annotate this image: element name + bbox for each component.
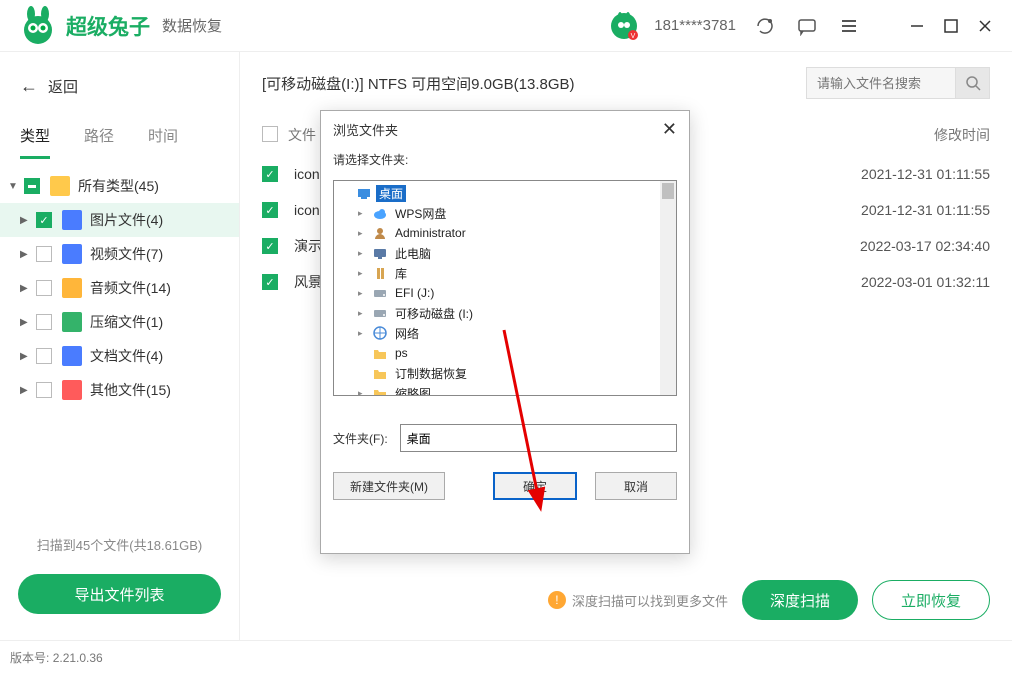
tree-node[interactable]: ▸可移动磁盘 (I:) bbox=[334, 303, 676, 323]
ok-button[interactable]: 确定 bbox=[493, 472, 577, 500]
tree-node[interactable]: ▸Administrator bbox=[334, 223, 676, 243]
dialog-prompt: 请选择文件夹: bbox=[321, 147, 689, 174]
deep-hint: !深度扫描可以找到更多文件 bbox=[548, 591, 728, 610]
maximize-button[interactable] bbox=[942, 17, 960, 35]
video-icon bbox=[62, 244, 82, 264]
folder-tree[interactable]: 桌面▸WPS网盘▸Administrator▸此电脑▸库▸EFI (J:)▸可移… bbox=[333, 180, 677, 396]
main-header: [可移动磁盘(I:)] NTFS 可用空间9.0GB(13.8GB) bbox=[240, 52, 1012, 114]
logo: 超级兔子 数据恢复 bbox=[18, 6, 222, 46]
user-avatar[interactable]: V bbox=[610, 12, 638, 40]
refresh-icon[interactable] bbox=[752, 13, 778, 39]
image-icon bbox=[62, 210, 82, 230]
search-box bbox=[806, 67, 990, 99]
close-button[interactable] bbox=[976, 17, 994, 35]
tree-videos[interactable]: ▶视频文件(7) bbox=[0, 237, 239, 271]
tree-all[interactable]: ▼所有类型(45) bbox=[0, 169, 239, 203]
main-footer: !深度扫描可以找到更多文件 深度扫描 立即恢复 bbox=[240, 560, 1012, 640]
dialog-buttons: 新建文件夹(M) 确定 取消 bbox=[333, 472, 677, 500]
tree-node[interactable]: ▸网络 bbox=[334, 323, 676, 343]
dialog-titlebar: 浏览文件夹 ✕ bbox=[321, 111, 689, 147]
checkbox[interactable] bbox=[36, 382, 52, 398]
dialog-title: 浏览文件夹 bbox=[333, 120, 398, 139]
svg-text:V: V bbox=[631, 33, 636, 40]
tree-doc[interactable]: ▶文档文件(4) bbox=[0, 339, 239, 373]
tree-node[interactable]: ▸此电脑 bbox=[334, 243, 676, 263]
tab-type[interactable]: 类型 bbox=[20, 125, 50, 159]
select-all-checkbox[interactable] bbox=[262, 126, 278, 142]
export-button[interactable]: 导出文件列表 bbox=[18, 574, 221, 614]
deep-scan-button[interactable]: 深度扫描 bbox=[742, 580, 858, 620]
tree-node[interactable]: ▸库 bbox=[334, 263, 676, 283]
version-label: 版本号: bbox=[10, 649, 49, 666]
back-label: 返回 bbox=[48, 76, 78, 97]
statusbar: 版本号: 2.21.0.36 bbox=[0, 640, 1012, 674]
tree-other[interactable]: ▶其他文件(15) bbox=[0, 373, 239, 407]
recover-button[interactable]: 立即恢复 bbox=[872, 580, 990, 620]
row-checkbox[interactable]: ✓ bbox=[262, 274, 278, 290]
feedback-icon[interactable] bbox=[794, 13, 820, 39]
col-date: 修改时间 bbox=[800, 125, 990, 145]
folder-icon bbox=[50, 176, 70, 196]
scrollbar[interactable] bbox=[660, 181, 676, 395]
other-icon bbox=[62, 380, 82, 400]
minimize-button[interactable] bbox=[908, 17, 926, 35]
type-tree: ▼所有类型(45) ▶✓图片文件(4) ▶视频文件(7) ▶音频文件(14) ▶… bbox=[0, 159, 239, 407]
back-button[interactable]: ← 返回 bbox=[0, 66, 239, 107]
checkbox[interactable]: ✓ bbox=[36, 212, 52, 228]
version-number: 2.21.0.36 bbox=[53, 651, 103, 665]
folder-field-input[interactable] bbox=[400, 424, 677, 452]
sidebar-tabs: 类型 路径 时间 bbox=[0, 125, 239, 159]
tree-node[interactable]: 订制数据恢复 bbox=[334, 363, 676, 383]
row-checkbox[interactable]: ✓ bbox=[262, 166, 278, 182]
tree-node[interactable]: ▸EFI (J:) bbox=[334, 283, 676, 303]
search-button[interactable] bbox=[956, 67, 990, 99]
tab-path[interactable]: 路径 bbox=[84, 125, 114, 159]
dialog-close-button[interactable]: ✕ bbox=[662, 119, 677, 140]
tree-node[interactable]: ps bbox=[334, 343, 676, 363]
tab-time[interactable]: 时间 bbox=[148, 125, 178, 159]
tree-zip[interactable]: ▶压缩文件(1) bbox=[0, 305, 239, 339]
row-checkbox[interactable]: ✓ bbox=[262, 202, 278, 218]
search-input[interactable] bbox=[806, 67, 956, 99]
checkbox[interactable] bbox=[36, 348, 52, 364]
folder-field-label: 文件夹(F): bbox=[333, 430, 388, 447]
menu-icon[interactable] bbox=[836, 13, 862, 39]
disk-title: [可移动磁盘(I:)] NTFS 可用空间9.0GB(13.8GB) bbox=[262, 73, 786, 94]
audio-icon bbox=[62, 278, 82, 298]
tree-node[interactable]: 桌面 bbox=[334, 183, 676, 203]
scan-summary: 扫描到45个文件(共18.61GB) bbox=[0, 535, 239, 554]
cancel-button[interactable]: 取消 bbox=[595, 472, 677, 500]
browse-folder-dialog: 浏览文件夹 ✕ 请选择文件夹: 桌面▸WPS网盘▸Administrator▸此… bbox=[320, 110, 690, 554]
warning-icon: ! bbox=[548, 591, 566, 609]
user-id: 181****3781 bbox=[654, 17, 736, 34]
sidebar: ← 返回 类型 路径 时间 ▼所有类型(45) ▶✓图片文件(4) ▶视频文件(… bbox=[0, 52, 240, 640]
checkbox[interactable] bbox=[24, 178, 40, 194]
new-folder-button[interactable]: 新建文件夹(M) bbox=[333, 472, 445, 500]
tree-audio[interactable]: ▶音频文件(14) bbox=[0, 271, 239, 305]
row-checkbox[interactable]: ✓ bbox=[262, 238, 278, 254]
arrow-left-icon: ← bbox=[20, 76, 38, 97]
checkbox[interactable] bbox=[36, 314, 52, 330]
app-subname: 数据恢复 bbox=[162, 15, 222, 36]
checkbox[interactable] bbox=[36, 246, 52, 262]
titlebar: 超级兔子 数据恢复 V 181****3781 bbox=[0, 0, 1012, 52]
tree-node[interactable]: ▸缩略图 bbox=[334, 383, 676, 395]
rabbit-icon bbox=[18, 6, 58, 46]
folder-field: 文件夹(F): bbox=[333, 424, 677, 452]
app-name: 超级兔子 bbox=[66, 11, 150, 41]
tree-node[interactable]: ▸WPS网盘 bbox=[334, 203, 676, 223]
archive-icon bbox=[62, 312, 82, 332]
doc-icon bbox=[62, 346, 82, 366]
tree-images[interactable]: ▶✓图片文件(4) bbox=[0, 203, 239, 237]
scroll-thumb[interactable] bbox=[662, 183, 674, 199]
checkbox[interactable] bbox=[36, 280, 52, 296]
